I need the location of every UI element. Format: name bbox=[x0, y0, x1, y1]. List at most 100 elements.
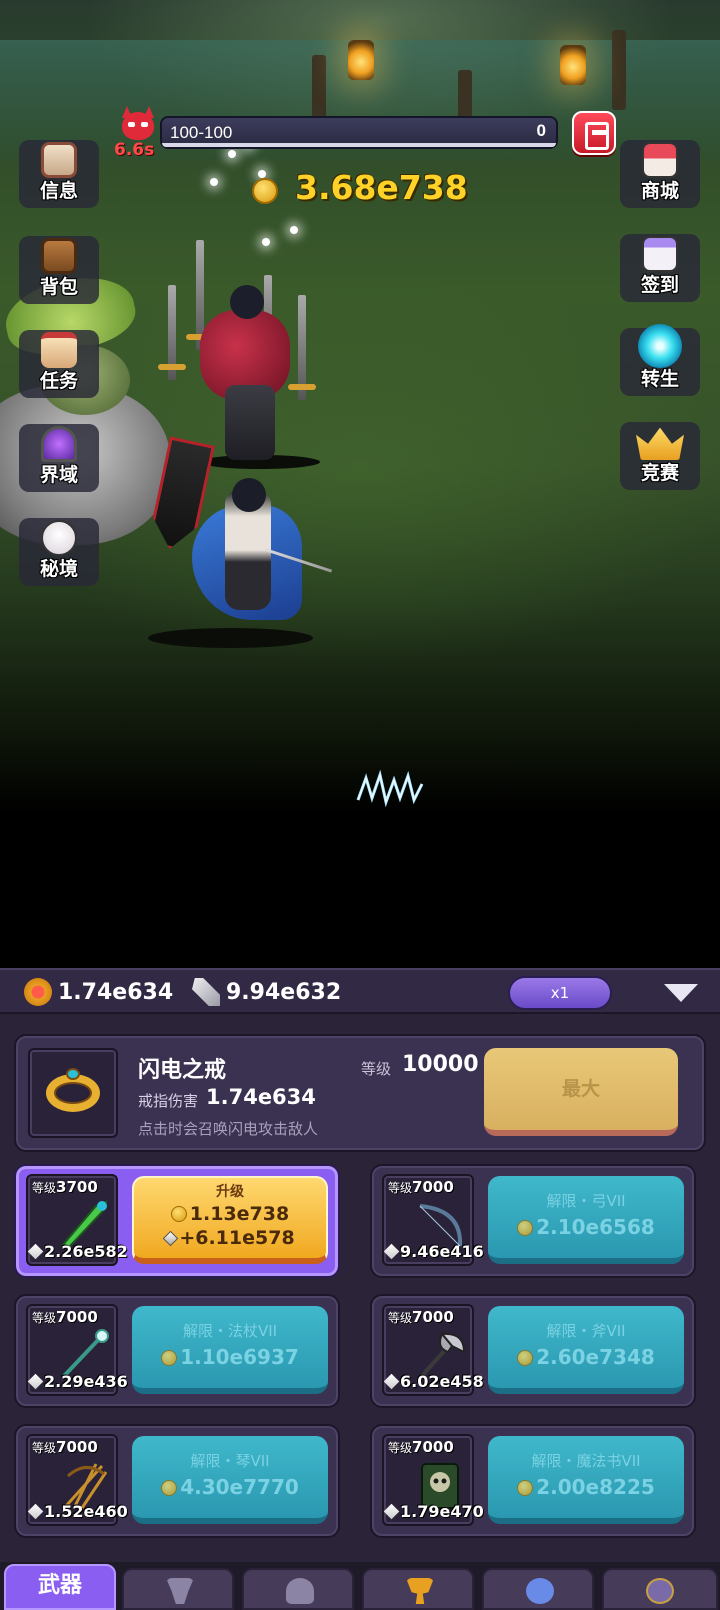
sword-icon bbox=[27, 1503, 44, 1520]
gold-coin-icon bbox=[170, 1206, 187, 1222]
stats-bar: 1.74e634 9.94e632 x1 bbox=[0, 968, 720, 1014]
unlock-cost: 4.30e7770 bbox=[132, 1475, 328, 1499]
unlock-label: 解限・魔法书VII bbox=[531, 1452, 641, 1470]
menu-info-button[interactable]: 信息 bbox=[19, 140, 99, 208]
ring-slot[interactable] bbox=[28, 1048, 118, 1138]
sword-icon bbox=[27, 1373, 44, 1390]
menu-secret-button[interactable]: 秘境 bbox=[19, 518, 99, 586]
weapon-card-bow[interactable]: 等级7000 9.46e416 解限・弓VII 2.10e6568 bbox=[370, 1164, 696, 1278]
ring-name: 闪电之戒 bbox=[138, 1058, 227, 1083]
weapon-damage: 6.02e458 bbox=[383, 1372, 484, 1391]
ring-level: 10000 bbox=[402, 1052, 479, 1077]
gold-coin-icon bbox=[161, 1480, 178, 1496]
menu-checkin-button[interactable]: 签到 bbox=[620, 234, 700, 302]
weapon-card-staff[interactable]: 等级7000 2.29e436 解限・法杖VII 1.10e6937 bbox=[14, 1294, 340, 1408]
gold-coin-icon bbox=[252, 178, 278, 204]
hero-shadow bbox=[148, 628, 313, 648]
gold-coin-icon bbox=[517, 1480, 534, 1496]
upgrade-button[interactable]: 升级 1.13e738 +6.11e578 bbox=[132, 1176, 328, 1264]
tab-trophy[interactable] bbox=[362, 1568, 474, 1610]
weapon-card-axe[interactable]: 等级7000 6.02e458 解限・斧VII 2.60e7348 bbox=[370, 1294, 696, 1408]
weapon-card-harp[interactable]: 等级7000 1.52e460 解限・琴VII 4.30e7770 bbox=[14, 1424, 340, 1538]
unlock-button[interactable]: 解限・斧VII 2.60e7348 bbox=[488, 1306, 684, 1394]
weapon-level: 等级7000 bbox=[32, 1438, 98, 1456]
unlock-button[interactable]: 解限・法杖VII 1.10e6937 bbox=[132, 1306, 328, 1394]
menu-realm-button[interactable]: 界域 bbox=[19, 424, 99, 492]
knight-head bbox=[230, 285, 264, 319]
anvil-icon bbox=[166, 1578, 194, 1604]
collapse-panel-icon[interactable] bbox=[664, 984, 698, 1002]
unlock-label: 解限・法杖VII bbox=[182, 1322, 278, 1340]
wooden-post bbox=[612, 30, 626, 110]
ring-damage-label: 戒指伤害 bbox=[138, 1092, 199, 1110]
menu-rebirth-button[interactable]: 转生 bbox=[620, 324, 700, 396]
weapon-level: 等级7000 bbox=[32, 1308, 98, 1326]
spark-effect bbox=[228, 150, 236, 158]
weapon-damage: 2.26e582 bbox=[27, 1242, 128, 1261]
unlock-button[interactable]: 解限・魔法书VII 2.00e8225 bbox=[488, 1436, 684, 1524]
spark-effect bbox=[290, 226, 298, 234]
menu-race-label: 竞赛 bbox=[640, 462, 679, 484]
gold-amount: 3.68e738 bbox=[295, 168, 468, 207]
ring-card: 闪电之戒 等级 10000 戒指伤害 1.74e634 点击时会召唤闪电攻击敌人… bbox=[14, 1034, 706, 1152]
weapon-damage: 1.52e460 bbox=[27, 1502, 128, 1521]
weapon-card-blade[interactable]: 等级3700 2.26e582 升级 1.13e738 +6.11e578 bbox=[14, 1164, 340, 1278]
menu-secret-label: 秘境 bbox=[39, 558, 78, 580]
weapon-power-icon bbox=[192, 978, 220, 1006]
menu-realm-label: 界域 bbox=[39, 464, 78, 486]
menu-rebirth-label: 转生 bbox=[640, 368, 679, 390]
gold-coin-icon bbox=[161, 1350, 178, 1366]
tab-weapons[interactable]: 武器 bbox=[4, 1564, 116, 1610]
helmet-icon bbox=[286, 1578, 314, 1604]
stage-label: 100-100 bbox=[170, 123, 233, 142]
ring-power-icon bbox=[24, 978, 52, 1006]
upgrade-panel: 1.74e634 9.94e632 x1 闪电之戒 等级 10000 戒指伤害 … bbox=[0, 968, 720, 1610]
gold-coin-icon bbox=[517, 1220, 534, 1236]
menu-race-button[interactable]: 竞赛 bbox=[620, 422, 700, 490]
knight-legs bbox=[225, 385, 275, 460]
unlock-cost: 2.60e7348 bbox=[488, 1345, 684, 1369]
menu-backpack-button[interactable]: 背包 bbox=[19, 236, 99, 304]
crown-icon bbox=[636, 427, 684, 460]
unlock-label: 解限・斧VII bbox=[546, 1322, 626, 1340]
ring-max-button[interactable]: 最大 bbox=[484, 1048, 678, 1136]
sword-emblem-icon bbox=[646, 1578, 674, 1604]
menu-shop-button[interactable]: 商城 bbox=[620, 140, 700, 208]
clipboard-icon bbox=[41, 142, 77, 178]
weapon-card-spellbook[interactable]: 等级7000 1.79e470 解限・魔法书VII 2.00e8225 bbox=[370, 1424, 696, 1538]
weapon-power-value: 9.94e632 bbox=[226, 980, 342, 1005]
wooden-post bbox=[312, 55, 326, 125]
menu-quest-label: 任务 bbox=[39, 370, 78, 392]
menu-shop-label: 商城 bbox=[640, 180, 679, 202]
calendar-icon bbox=[642, 236, 678, 272]
upgrade-label: 升级 bbox=[216, 1184, 244, 1200]
unlock-cost: 2.10e6568 bbox=[488, 1215, 684, 1239]
weapon-level: 等级7000 bbox=[388, 1438, 454, 1456]
menu-checkin-label: 签到 bbox=[640, 274, 679, 296]
weapon-damage: 9.46e416 bbox=[383, 1242, 484, 1261]
tab-armor[interactable] bbox=[242, 1568, 354, 1610]
tab-gem[interactable] bbox=[482, 1568, 594, 1610]
backpack-icon bbox=[41, 238, 77, 274]
weapon-level: 等级3700 bbox=[32, 1178, 98, 1196]
tab-forge[interactable] bbox=[122, 1568, 234, 1610]
tab-emblem[interactable] bbox=[602, 1568, 718, 1610]
speed-toggle-button[interactable]: x1 bbox=[508, 976, 612, 1010]
ring-level-label: 等级 bbox=[361, 1060, 392, 1078]
unlock-label: 解限・弓VII bbox=[546, 1192, 626, 1210]
upgrade-cost: 1.13e738 bbox=[134, 1203, 326, 1225]
stage-progress-bar: 100-100 0 bbox=[160, 116, 558, 149]
spark-effect bbox=[262, 238, 270, 246]
ring-gem bbox=[66, 1068, 80, 1080]
exit-boss-button[interactable] bbox=[572, 111, 616, 155]
floating-sword bbox=[158, 285, 186, 380]
unlock-button[interactable]: 解限・琴VII 4.30e7770 bbox=[132, 1436, 328, 1524]
menu-backpack-label: 背包 bbox=[39, 276, 78, 298]
floating-sword bbox=[288, 295, 316, 400]
menu-quest-button[interactable]: 任务 bbox=[19, 330, 99, 398]
vortex-icon bbox=[638, 324, 682, 368]
sword-icon bbox=[383, 1373, 400, 1390]
unlock-button[interactable]: 解限・弓VII 2.10e6568 bbox=[488, 1176, 684, 1264]
spark-effect bbox=[258, 170, 266, 178]
skull-icon bbox=[41, 520, 77, 556]
